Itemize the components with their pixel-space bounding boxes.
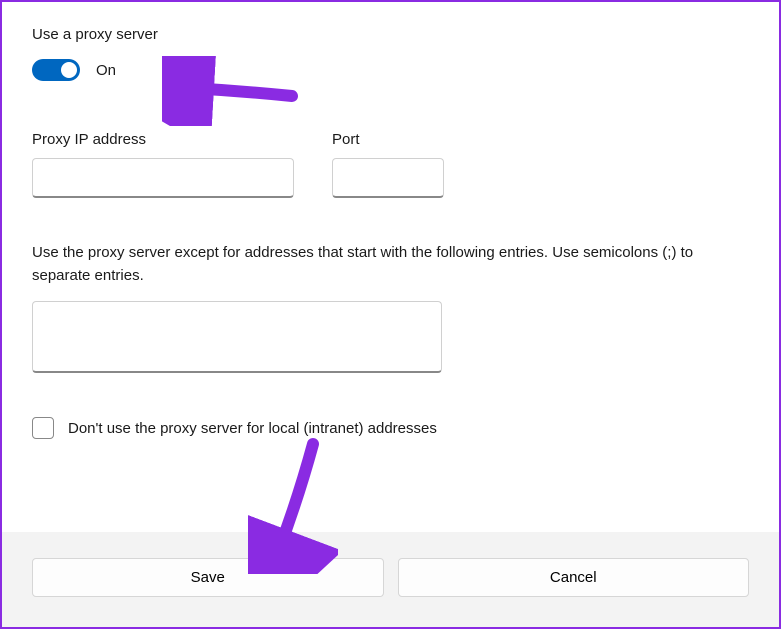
exceptions-description: Use the proxy server except for addresse… [32, 242, 749, 287]
local-addresses-label: Don't use the proxy server for local (in… [68, 420, 437, 437]
save-button[interactable]: Save [32, 558, 384, 597]
ip-address-input[interactable] [32, 158, 294, 198]
cancel-button[interactable]: Cancel [398, 558, 750, 597]
local-addresses-checkbox[interactable] [32, 417, 54, 439]
dialog-footer: Save Cancel [2, 532, 779, 627]
section-title: Use a proxy server [32, 26, 749, 43]
port-label: Port [332, 131, 444, 148]
ip-address-label: Proxy IP address [32, 131, 294, 148]
toggle-knob [61, 62, 77, 78]
toggle-state-label: On [96, 62, 116, 79]
port-input[interactable] [332, 158, 444, 198]
exceptions-textarea[interactable] [32, 301, 442, 373]
proxy-toggle[interactable] [32, 59, 80, 81]
